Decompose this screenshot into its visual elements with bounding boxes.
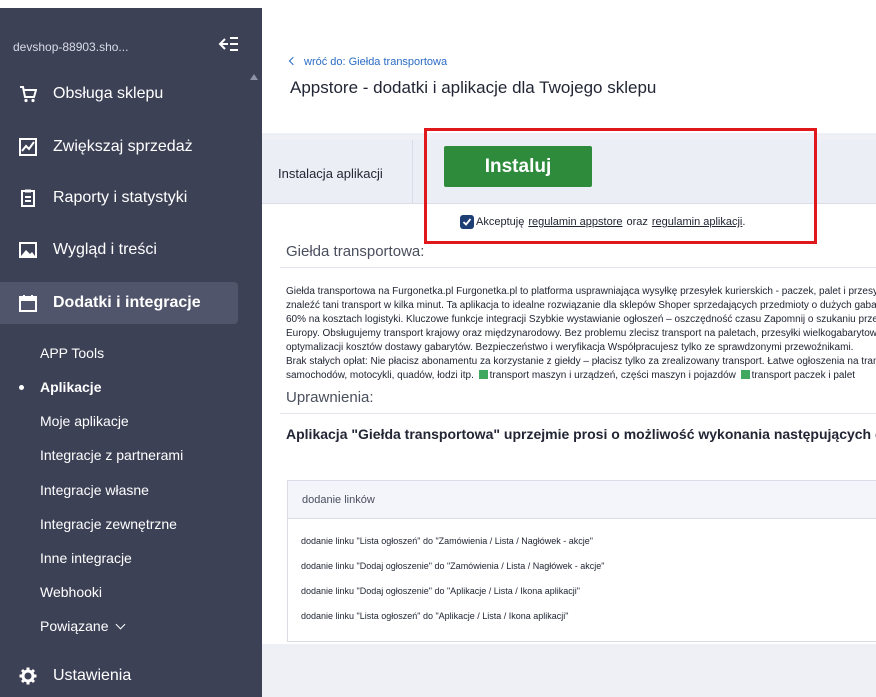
checkmark-icon (740, 370, 750, 379)
sidebar-item-dodatki[interactable]: Dodatki i integracje (0, 282, 238, 324)
sidebar: devshop-88903.sho... Obsługa sklepu Zwię… (0, 8, 262, 697)
sidebar-item-obsluga-sklepu[interactable]: Obsługa sklepu (0, 74, 238, 114)
cart-icon (19, 85, 37, 103)
sidebar-item-raporty[interactable]: Raporty i statystyki (0, 178, 238, 218)
top-strip (0, 0, 876, 8)
permissions-box: dodanie linków dodanie linku "Lista ogło… (287, 480, 876, 642)
sidebar-item-label: Zwiększaj sprzedaż (53, 138, 193, 155)
sidebar-subitem-label: Integracje z partnerami (40, 447, 184, 463)
sidebar-item-label: Wygląd i treści (53, 241, 157, 258)
shop-name[interactable]: devshop-88903.sho... (13, 40, 128, 54)
divider (280, 267, 876, 268)
page-header: wróć do: Giełda transportowa Appstore - … (262, 8, 876, 133)
description-line: 60% na kosztach logistyki. Kluczowe funk… (286, 314, 876, 325)
sidebar-subitem-inne-integracje[interactable]: Inne integracje (0, 544, 238, 572)
sidebar-subitem-app-tools[interactable]: APP Tools (0, 339, 238, 367)
shop-switcher[interactable]: devshop-88903.sho... (0, 8, 262, 64)
current-bullet-icon (19, 384, 24, 390)
description-line: optymalizacji kosztów dostawy gabarytów.… (286, 342, 854, 353)
permissions-title: Uprawnienia: (286, 389, 374, 406)
sidebar-subitem-powiazane-wrap: Powiązane (40, 618, 125, 634)
chevron-down-icon (115, 619, 125, 630)
sidebar-subitem-label: Powiązane (40, 618, 109, 634)
sidebar-item-ustawienia[interactable]: Ustawienia (0, 656, 238, 696)
description-text: samochodów, motocykli, quadów, łodzi itp… (286, 370, 477, 381)
description-line: Giełda transportowa na Furgonetka.pl Fur… (286, 286, 876, 297)
description-line: samochodów, motocykli, quadów, łodzi itp… (286, 369, 876, 383)
permissions-heading: Aplikacja "Giełda transportowa" uprzejmi… (286, 426, 876, 442)
divider (412, 140, 413, 204)
sidebar-subitem-webhooki[interactable]: Webhooki (0, 578, 238, 606)
install-label: Instalacja aplikacji (278, 166, 383, 181)
divider (280, 413, 876, 414)
description-line: Brak stałych opłat: Nie płacisz abonamen… (286, 356, 876, 367)
permissions-group-header: dodanie linków (288, 481, 876, 519)
sidebar-subitem-label: Integracje własne (40, 482, 149, 498)
permission-item: dodanie linku "Lista ogłoszeń" do "Aplik… (301, 611, 569, 621)
permission-item: dodanie linku "Dodaj ogłoszenie" do "Zam… (301, 561, 605, 571)
highlight-annotation-frame (424, 128, 817, 244)
page-title: Appstore - dodatki i aplikacje dla Twoje… (290, 78, 657, 97)
sidebar-subitem-label: Moje aplikacje (40, 413, 129, 429)
description-text: transport paczek i palet (751, 370, 856, 381)
image-icon (19, 241, 37, 259)
description-text: transport maszyn i urządzeń, części masz… (489, 370, 739, 381)
checkmark-icon (478, 370, 488, 379)
page-footer (262, 651, 876, 697)
chevron-left-icon (288, 56, 298, 66)
permission-item: dodanie linku "Lista ogłoszeń" do "Zamów… (301, 536, 593, 546)
sidebar-subitem-powiazane[interactable]: Powiązane (0, 612, 238, 640)
app-frame: devshop-88903.sho... Obsługa sklepu Zwię… (0, 0, 876, 697)
sidebar-subitem-label: Aplikacje (40, 379, 102, 395)
sidebar-item-zwiekszaj-sprzedaz[interactable]: Zwiększaj sprzedaż (0, 127, 238, 167)
sidebar-item-label: Raporty i statystyki (53, 189, 188, 206)
sidebar-subitem-label: APP Tools (40, 345, 105, 361)
description-line: Europy. Obsługujemy transport krajowy or… (286, 328, 876, 339)
app-description: Giełda transportowa na Furgonetka.pl Fur… (286, 285, 876, 383)
sidebar-subitem-moje-aplikacje[interactable]: Moje aplikacje (0, 407, 238, 435)
description-title: Giełda transportowa: (286, 243, 425, 260)
sidebar-subitem-integracje-z-partnerami[interactable]: Integracje z partnerami (0, 441, 238, 469)
gear-icon (19, 667, 37, 685)
sidebar-subitem-label: Integracje zewnętrzne (40, 516, 177, 532)
sidebar-subitem-aplikacje[interactable]: Aplikacje (0, 373, 238, 401)
sidebar-item-wyglad[interactable]: Wygląd i treści (0, 230, 238, 270)
permissions-group-title: dodanie linków (302, 494, 375, 506)
back-link[interactable]: wróć do: Giełda transportowa (288, 56, 448, 68)
sidebar-item-label: Dodatki i integracje (53, 294, 201, 311)
description-line: znaleźć tani transport w kilka minut. Ta… (286, 300, 876, 311)
back-link-label: wróć do: Giełda transportowa (304, 56, 448, 68)
sidebar-subitem-integracje-wlasne[interactable]: Integracje własne (0, 476, 238, 504)
sidebar-subitem-label: Webhooki (40, 584, 103, 600)
calendar-icon (19, 294, 37, 312)
main-content: wróć do: Giełda transportowa Appstore - … (262, 8, 876, 697)
sidebar-item-label: Obsługa sklepu (53, 85, 164, 102)
permission-item: dodanie linku "Dodaj ogłoszenie" do "Apl… (301, 586, 580, 596)
clipboard-icon (19, 189, 37, 207)
sidebar-subitem-label: Inne integracje (40, 550, 132, 566)
collapse-sidebar-icon[interactable] (218, 35, 240, 53)
sidebar-item-label: Ustawienia (53, 667, 132, 684)
chart-icon (19, 138, 37, 156)
scroll-up-arrow-icon[interactable] (250, 74, 258, 80)
sidebar-subitem-integracje-zewnetrzne[interactable]: Integracje zewnętrzne (0, 510, 238, 538)
